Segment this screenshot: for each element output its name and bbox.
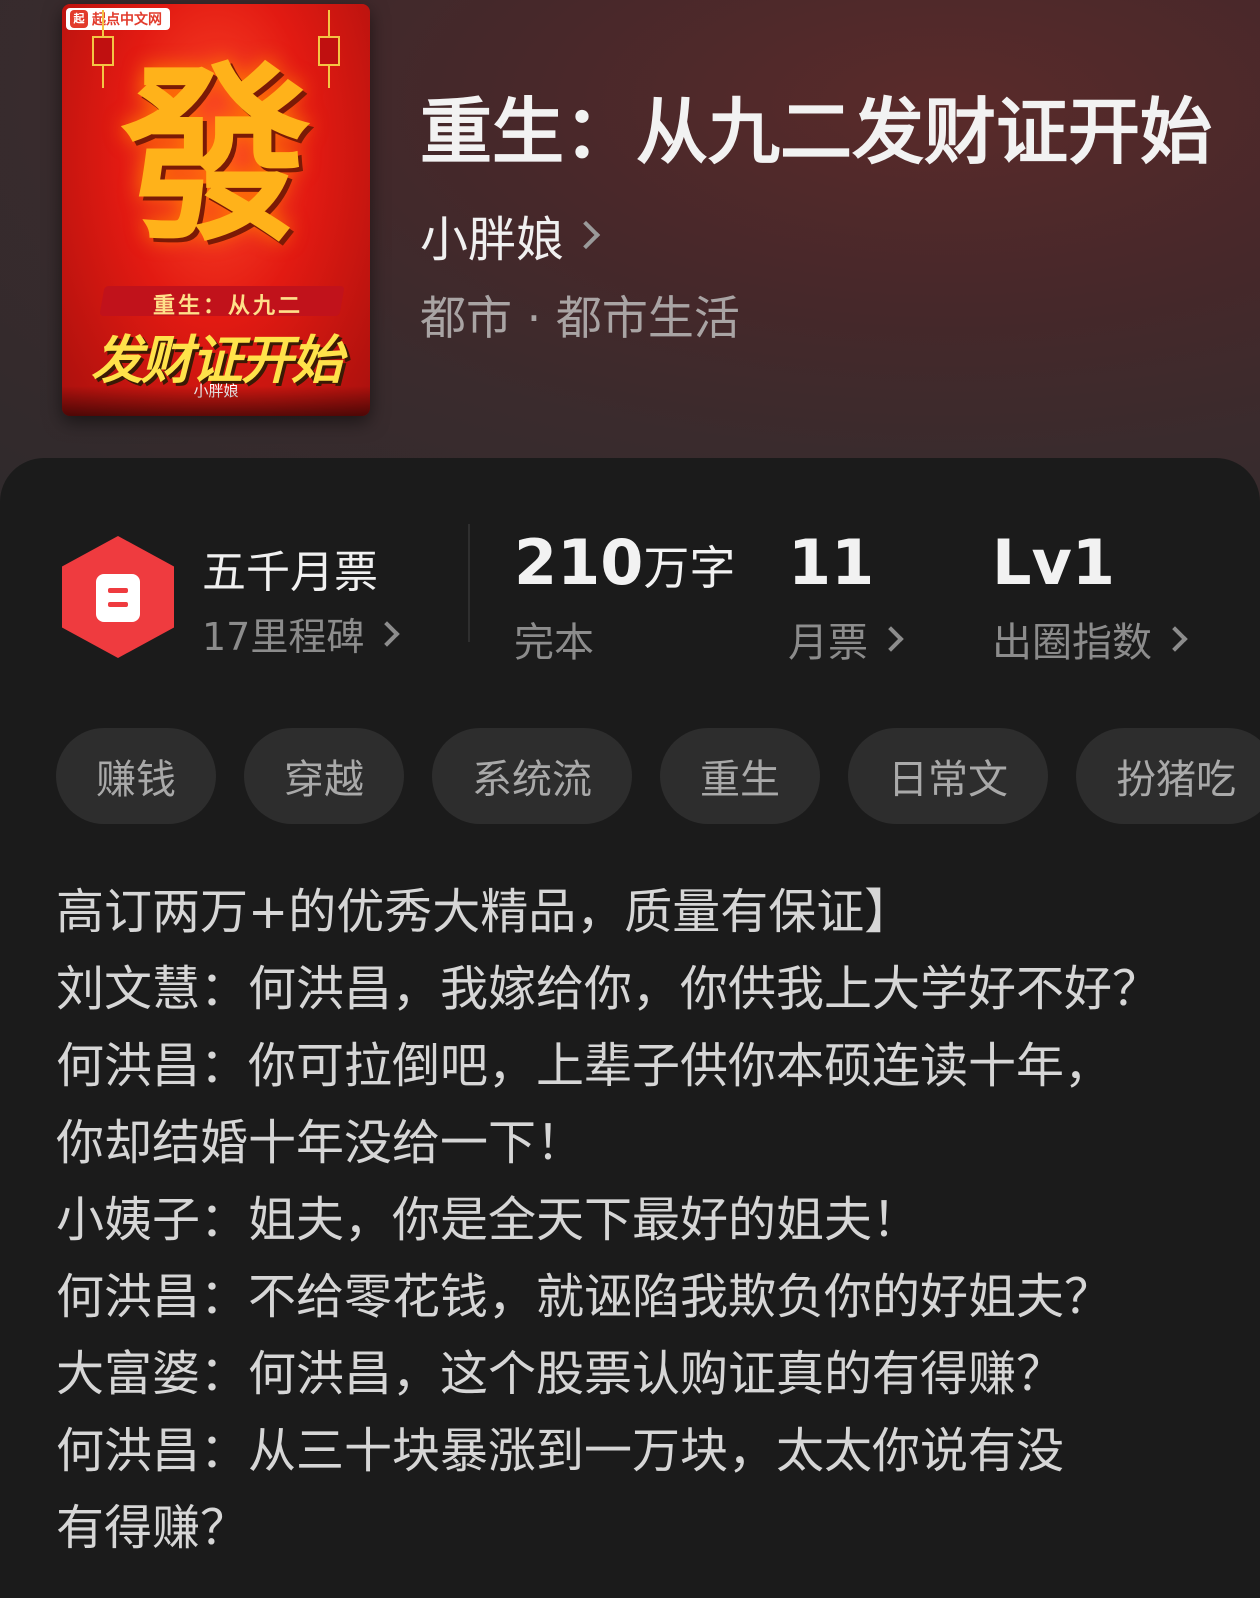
book-description[interactable]: 高订两万+的优秀大精品，质量有保证】 刘文慧：何洪昌，我嫁给你，你供我上大学好不… <box>56 874 1206 1567</box>
description-line: 小姨子：姐夫，你是全天下最好的姐夫！ <box>56 1192 921 1248</box>
description-line: 你却结婚十年没给一下！ <box>56 1115 585 1171</box>
book-cover[interactable]: 起起点中文网 發 重生：从九二 发财证开始 小胖娘 <box>62 4 370 416</box>
cover-shade <box>62 386 370 416</box>
book-title: 重生：从九二发财证开始 <box>420 89 1213 174</box>
tag-chip[interactable]: 赚钱 <box>56 728 216 824</box>
chevron-right-icon <box>1162 626 1188 652</box>
description-line: 有得赚？ <box>56 1500 249 1556</box>
tag-chip[interactable]: 系统流 <box>432 728 632 824</box>
description-line: 何洪昌：你可拉倒吧，上辈子供你本硕连读十年， <box>56 1038 1113 1094</box>
milestone-count: 17里程碑 <box>202 615 365 659</box>
qidian-logo: 起起点中文网 <box>66 8 170 30</box>
milestone-link[interactable]: 17里程碑 <box>202 606 401 661</box>
tag-chip[interactable]: 日常文 <box>848 728 1048 824</box>
cover-big-character: 發 <box>120 44 311 267</box>
author-link[interactable]: 小胖娘 <box>420 200 601 270</box>
tag-chip[interactable]: 穿越 <box>244 728 404 824</box>
description-line: 高订两万+的优秀大精品，质量有保证】 <box>56 884 913 940</box>
ticket-icon <box>96 574 140 622</box>
cover-subtitle: 重生：从九二 <box>152 294 303 319</box>
book-category[interactable]: 都市 · 都市生活 <box>420 282 740 348</box>
milestone-title[interactable]: 五千月票 <box>202 536 378 600</box>
monthly-votes-count[interactable]: 11 <box>788 526 874 599</box>
word-count: 210万字 <box>514 526 736 599</box>
chevron-right-icon <box>374 620 401 647</box>
tag-chip[interactable]: 重生 <box>660 728 820 824</box>
author-name: 小胖娘 <box>420 212 565 268</box>
description-line: 何洪昌：从三十块暴涨到一万块，太太你说有没 <box>56 1423 1065 1479</box>
chevron-right-icon <box>571 220 601 250</box>
popularity-level[interactable]: Lv1 <box>992 526 1115 599</box>
completion-status: 完本 <box>514 620 594 666</box>
description-line: 何洪昌：不给零花钱，就诬陷我欺负你的好姐夫？ <box>56 1269 1113 1325</box>
description-line: 大富婆：何洪昌，这个股票认购证真的有得赚？ <box>56 1346 1065 1402</box>
tag-list: 赚钱 穿越 系统流 重生 日常文 扮猪吃 <box>56 728 1260 824</box>
tag-chip[interactable]: 扮猪吃 <box>1076 728 1260 824</box>
stats-divider <box>468 524 470 642</box>
monthly-votes-link[interactable]: 月票 <box>788 610 904 668</box>
description-line: 刘文慧：何洪昌，我嫁给你，你供我上大学好不好？ <box>56 961 1161 1017</box>
chevron-right-icon <box>878 626 904 652</box>
popularity-index-link[interactable]: 出圈指数 <box>992 610 1188 668</box>
